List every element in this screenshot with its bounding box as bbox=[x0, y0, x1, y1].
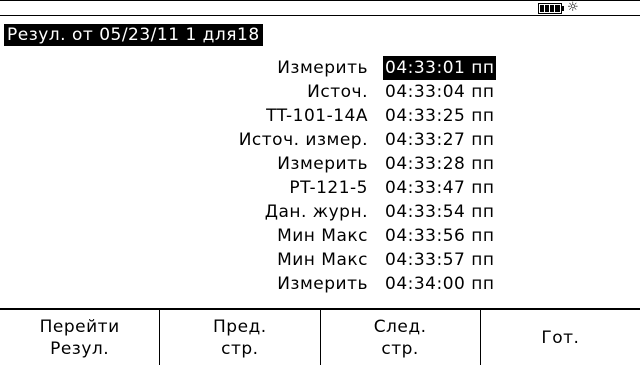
softkey-label-line1: Перейти bbox=[39, 316, 120, 337]
result-row[interactable]: Мин Макс 04:33:56 пп bbox=[0, 224, 640, 248]
result-time[interactable]: 04:33:25 пп bbox=[383, 104, 496, 128]
result-label: Измерить bbox=[277, 58, 368, 78]
result-time[interactable]: 04:33:54 пп bbox=[383, 200, 496, 224]
previous-page-softkey[interactable]: Пред. стр. bbox=[160, 310, 321, 365]
calibrator-screen: ☼ Резул. от 05/23/11 1 для18 Измерить 04… bbox=[0, 0, 640, 365]
next-page-softkey[interactable]: След. стр. bbox=[321, 310, 481, 365]
result-time[interactable]: 04:33:56 пп bbox=[383, 224, 496, 248]
softkey-bar: Перейти Резул. Пред. стр. След. стр. Гот… bbox=[0, 308, 640, 365]
softkey-label-line1: След. bbox=[373, 316, 427, 337]
result-time[interactable]: 04:33:04 пп bbox=[383, 80, 496, 104]
softkey-label-line1: Пред. bbox=[213, 316, 267, 337]
result-label: Измерить bbox=[277, 154, 368, 174]
result-row[interactable]: TT-101-14A 04:33:25 пп bbox=[0, 104, 640, 128]
result-label: Источ. bbox=[307, 82, 368, 102]
backlight-icon: ☼ bbox=[567, 0, 579, 15]
result-label: PT-121-5 bbox=[289, 178, 368, 198]
results-list: Измерить 04:33:01 пп Источ. 04:33:04 пп … bbox=[0, 56, 640, 296]
results-title: Резул. от 05/23/11 1 для18 bbox=[4, 24, 263, 46]
softkey-label-line1: Гот. bbox=[541, 327, 580, 348]
result-label: Дан. журн. bbox=[264, 202, 368, 222]
result-label: TT-101-14A bbox=[266, 106, 368, 126]
result-row[interactable]: Измерить 04:34:00 пп bbox=[0, 272, 640, 296]
softkey-label-line2: стр. bbox=[221, 338, 259, 359]
softkey-label-line2: стр. bbox=[381, 338, 419, 359]
result-row[interactable]: Измерить 04:33:01 пп bbox=[0, 56, 640, 80]
result-label: Мин Макс bbox=[277, 250, 368, 270]
go-to-results-softkey[interactable]: Перейти Резул. bbox=[0, 310, 161, 365]
result-time[interactable]: 04:33:27 пп bbox=[383, 128, 496, 152]
status-bar: ☼ bbox=[0, 0, 640, 16]
result-row[interactable]: Источ. измер. 04:33:27 пп bbox=[0, 128, 640, 152]
result-row[interactable]: Мин Макс 04:33:57 пп bbox=[0, 248, 640, 272]
result-row[interactable]: PT-121-5 04:33:47 пп bbox=[0, 176, 640, 200]
result-label: Источ. измер. bbox=[238, 130, 368, 150]
softkey-label-line2: Резул. bbox=[50, 338, 110, 359]
result-label: Измерить bbox=[277, 274, 368, 294]
result-time[interactable]: 04:33:28 пп bbox=[383, 152, 496, 176]
done-softkey[interactable]: Гот. bbox=[481, 310, 640, 365]
battery-full-icon bbox=[538, 3, 564, 14]
result-row[interactable]: Измерить 04:33:28 пп bbox=[0, 152, 640, 176]
result-time[interactable]: 04:34:00 пп bbox=[383, 272, 496, 296]
result-time[interactable]: 04:33:47 пп bbox=[383, 176, 496, 200]
result-label: Мин Макс bbox=[277, 226, 368, 246]
result-row[interactable]: Источ. 04:33:04 пп bbox=[0, 80, 640, 104]
result-row[interactable]: Дан. журн. 04:33:54 пп bbox=[0, 200, 640, 224]
result-time[interactable]: 04:33:57 пп bbox=[383, 248, 496, 272]
result-time-selected[interactable]: 04:33:01 пп bbox=[383, 56, 497, 80]
